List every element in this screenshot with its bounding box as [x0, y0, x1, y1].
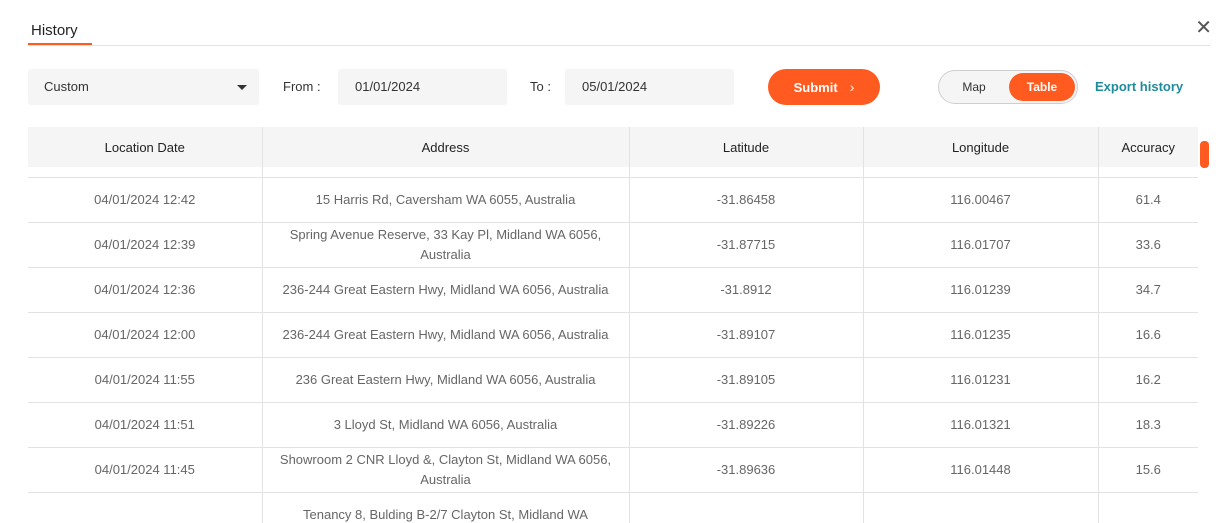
cell-longitude: 116.01448: [863, 447, 1099, 493]
table-row[interactable]: 04/01/2024 11:51 3 Lloyd St, Midland WA …: [28, 402, 1198, 448]
cell-longitude: 116.01321: [863, 402, 1099, 448]
cell-accuracy: 16.2: [1098, 357, 1198, 403]
cell-address: Showroom 2 CNR Lloyd &, Clayton St, Midl…: [262, 447, 630, 493]
submit-button[interactable]: Submit ›: [768, 69, 880, 105]
cell-longitude: 116.01231: [863, 357, 1099, 403]
cell-date: 04/01/2024 11:45: [28, 447, 263, 493]
table-row[interactable]: 04/01/2024 12:42 15 Harris Rd, Caversham…: [28, 177, 1198, 223]
cell-date: 04/01/2024 12:00: [28, 312, 263, 358]
chevron-right-icon: ›: [849, 79, 855, 95]
table-spacer-row: [28, 167, 1198, 178]
cell-date: 04/01/2024 12:36: [28, 267, 263, 313]
filter-toolbar: Custom From : 01/01/2024 To : 05/01/2024…: [28, 69, 1210, 105]
cell-latitude: -31.89107: [629, 312, 864, 358]
cell-accuracy: 15.6: [1098, 447, 1198, 493]
cell-latitude: -31.86458: [629, 177, 864, 223]
date-range-value: Custom: [44, 79, 89, 94]
table-header-row: Location Date Address Latitude Longitude…: [28, 127, 1198, 167]
view-map-option[interactable]: Map: [939, 71, 1009, 103]
cell-date: 04/01/2024 11:51: [28, 402, 263, 448]
cell-address: Spring Avenue Reserve, 33 Kay Pl, Midlan…: [262, 222, 630, 268]
cell-latitude: -31.8912: [629, 267, 864, 313]
cell-accuracy: 61.4: [1098, 177, 1198, 223]
cell-date: 04/01/2024 12:42: [28, 177, 263, 223]
col-address[interactable]: Address: [262, 127, 630, 167]
cell-longitude: 116.01707: [863, 222, 1099, 268]
history-table: Location Date Address Latitude Longitude…: [28, 127, 1198, 523]
to-date-input[interactable]: 05/01/2024: [565, 69, 734, 105]
cell-latitude: [629, 492, 864, 523]
view-toggle: Map Table: [938, 70, 1078, 104]
cell-date: 04/01/2024 12:39: [28, 222, 263, 268]
table-row[interactable]: 04/01/2024 11:45 Showroom 2 CNR Lloyd &,…: [28, 447, 1198, 493]
col-accuracy[interactable]: Accuracy: [1098, 127, 1198, 167]
caret-down-icon: [237, 85, 247, 90]
date-range-select[interactable]: Custom: [28, 69, 259, 105]
cell-longitude: [863, 492, 1099, 523]
submit-label: Submit: [793, 79, 838, 95]
cell-address: 236-244 Great Eastern Hwy, Midland WA 60…: [262, 312, 630, 358]
col-location-date[interactable]: Location Date: [28, 127, 263, 167]
cell-address: 236 Great Eastern Hwy, Midland WA 6056, …: [262, 357, 630, 403]
cell-accuracy: 33.6: [1098, 222, 1198, 268]
scrollbar-thumb[interactable]: [1200, 141, 1209, 168]
from-date-input[interactable]: 01/01/2024: [338, 69, 507, 105]
cell-latitude: -31.89636: [629, 447, 864, 493]
cell-accuracy: 34.7: [1098, 267, 1198, 313]
from-label: From :: [283, 79, 321, 94]
export-history-link[interactable]: Export history: [1095, 79, 1183, 94]
cell-latitude: -31.89226: [629, 402, 864, 448]
cell-accuracy: [1098, 492, 1198, 523]
cell-longitude: 116.01239: [863, 267, 1099, 313]
table-row[interactable]: 04/01/2024 12:39 Spring Avenue Reserve, …: [28, 222, 1198, 268]
cell-date: 04/01/2024 11:55: [28, 357, 263, 403]
cell-latitude: -31.89105: [629, 357, 864, 403]
table-row[interactable]: 04/01/2024 12:00 236-244 Great Eastern H…: [28, 312, 1198, 358]
table-row[interactable]: 04/01/2024 11:55 236 Great Eastern Hwy, …: [28, 357, 1198, 403]
col-latitude[interactable]: Latitude: [629, 127, 864, 167]
dialog-header: History ✕: [28, 0, 1212, 46]
to-label: To :: [530, 79, 551, 94]
tab-history[interactable]: History: [28, 22, 92, 45]
cell-address: 15 Harris Rd, Caversham WA 6055, Austral…: [262, 177, 630, 223]
cell-accuracy: 16.6: [1098, 312, 1198, 358]
cell-date: [28, 492, 263, 523]
cell-longitude: 116.01235: [863, 312, 1099, 358]
table-scrollbar[interactable]: [1200, 127, 1209, 523]
table-row[interactable]: Tenancy 8, Bulding B-2/7 Clayton St, Mid…: [28, 492, 1198, 523]
col-longitude[interactable]: Longitude: [863, 127, 1099, 167]
cell-address: 3 Lloyd St, Midland WA 6056, Australia: [262, 402, 630, 448]
cell-latitude: -31.87715: [629, 222, 864, 268]
view-table-option[interactable]: Table: [1009, 73, 1075, 101]
table-row[interactable]: 04/01/2024 12:36 236-244 Great Eastern H…: [28, 267, 1198, 313]
cell-longitude: 116.00467: [863, 177, 1099, 223]
cell-address: Tenancy 8, Bulding B-2/7 Clayton St, Mid…: [262, 492, 630, 523]
cell-address: 236-244 Great Eastern Hwy, Midland WA 60…: [262, 267, 630, 313]
close-icon[interactable]: ✕: [1195, 18, 1212, 38]
cell-accuracy: 18.3: [1098, 402, 1198, 448]
